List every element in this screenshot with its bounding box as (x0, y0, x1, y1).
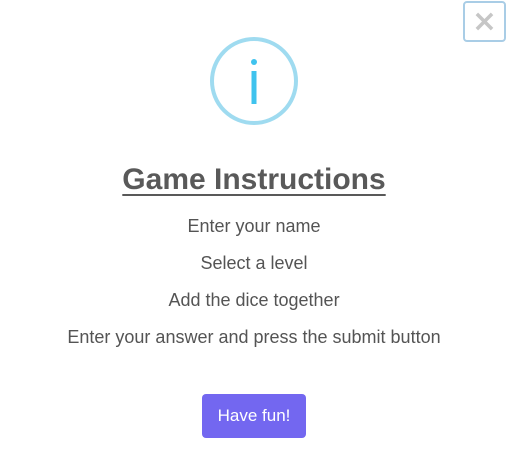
info-icon (210, 37, 298, 125)
instruction-submit-answer: Enter your answer and press the submit b… (67, 327, 441, 347)
have-fun-button[interactable]: Have fun! (202, 394, 306, 438)
info-glyph (251, 59, 257, 104)
close-button[interactable]: × (463, 1, 506, 42)
instruction-select-level: Select a level (200, 253, 308, 273)
dialog-title: Game Instructions (122, 163, 386, 196)
instruction-enter-name: Enter your name (187, 216, 321, 236)
instructions-dialog: × Game Instructions Enter your name Sele… (0, 0, 508, 462)
instruction-add-dice: Add the dice together (168, 290, 340, 310)
